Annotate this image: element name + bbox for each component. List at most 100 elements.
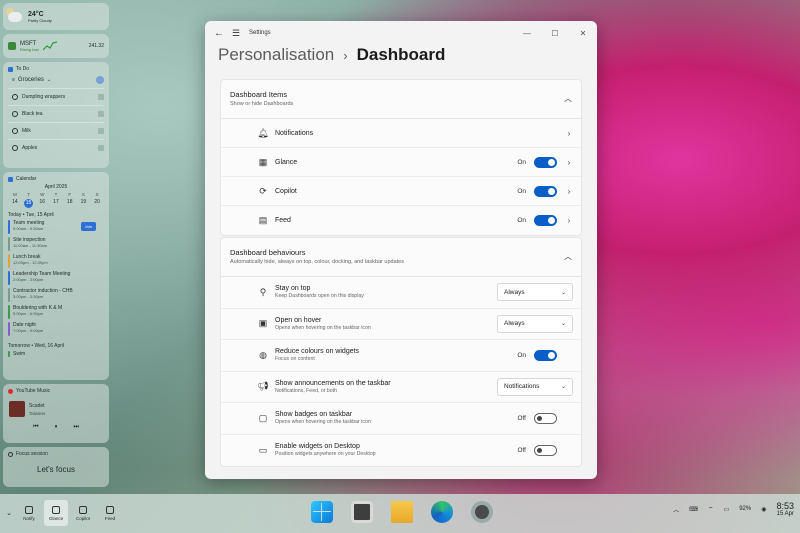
chevron-down-icon: ⌄ xyxy=(560,384,566,391)
song-artist: Taiwans xyxy=(29,411,46,416)
event-time: 9:00am - 9:30am xyxy=(13,226,44,231)
row-feed[interactable]: ▤ Feed On › xyxy=(221,206,581,235)
maximize-icon[interactable]: ☐ xyxy=(541,29,569,38)
todo-item[interactable]: Dumpling wrappers xyxy=(8,88,104,105)
star-icon[interactable] xyxy=(98,111,104,117)
checkbox-icon[interactable] xyxy=(12,145,18,151)
todo-item[interactable]: Apples xyxy=(8,139,104,156)
breadcrumb: Personalisation › Dashboard xyxy=(205,45,597,71)
checkbox-icon[interactable] xyxy=(12,111,18,117)
feed-toggle[interactable] xyxy=(534,215,557,226)
chevron-right-icon[interactable]: › xyxy=(565,158,573,167)
keyboard-icon[interactable]: ⌨ xyxy=(689,506,698,513)
todo-list-select[interactable]: ≡ Groceries ⌄ xyxy=(12,76,104,84)
join-meeting-button[interactable]: Join xyxy=(80,222,96,231)
chevron-right-icon[interactable]: › xyxy=(565,129,573,138)
breadcrumb-parent[interactable]: Personalisation xyxy=(218,45,334,65)
checkbox-icon[interactable] xyxy=(12,128,18,134)
enable-widgets-desktop-toggle[interactable] xyxy=(534,444,557,456)
open-on-hover-dropdown[interactable]: Always ⌄ xyxy=(497,314,573,333)
row-open-on-hover: ▣ Open on hover Opens when hovering on t… xyxy=(221,309,581,340)
taskbar-notify[interactable]: Notify xyxy=(17,500,41,526)
row-label: Stay on top xyxy=(275,285,311,293)
add-task-button[interactable] xyxy=(96,76,104,84)
stock-symbol: MSFT xyxy=(20,40,37,47)
row-copilot[interactable]: ⟳ Copilot On › xyxy=(221,177,581,206)
checkbox-icon[interactable] xyxy=(12,94,18,100)
settings-app-icon[interactable] xyxy=(471,501,493,523)
clock[interactable]: 8:53 15 Apr xyxy=(776,501,794,517)
row-glance[interactable]: ▦ Glance On › xyxy=(221,148,581,177)
star-icon[interactable] xyxy=(98,128,104,134)
hamburger-menu-icon[interactable]: ☰ xyxy=(229,28,243,39)
calendar-day[interactable]: 19 xyxy=(77,199,91,208)
copilot-toggle[interactable] xyxy=(534,185,557,197)
previous-track-icon[interactable]: ⏮ xyxy=(33,424,38,431)
calendar-event[interactable]: Contractor induction - CHB 3:00pm - 3:30p… xyxy=(8,288,104,305)
event-time: 11:00am - 11:30am xyxy=(13,243,48,248)
calendar-day[interactable]: 20 xyxy=(90,199,104,208)
task-view-icon[interactable] xyxy=(351,501,373,523)
chevron-right-icon[interactable]: › xyxy=(565,216,573,225)
day-name: F xyxy=(68,192,72,197)
dashboard-items-header[interactable]: Dashboard Items Show or hide Dashboards … xyxy=(221,80,581,119)
todo-item-label: Milk xyxy=(22,128,31,134)
calendar-event[interactable]: Date night 7:00pm - 9:00pm xyxy=(8,322,104,339)
event-color-bar xyxy=(8,220,10,234)
battery-icon[interactable]: ▭ xyxy=(724,506,730,513)
weather-widget[interactable]: 24°C Partly Cloudy xyxy=(3,3,109,30)
row-show-announcements: 📢︎ Show announcements on the taskbar Not… xyxy=(221,372,581,403)
copilot-icon: ⟳ xyxy=(259,185,267,196)
chevron-down-icon[interactable]: ⌄ xyxy=(4,509,14,517)
glance-icon xyxy=(52,505,60,514)
todo-item[interactable]: Black tea xyxy=(8,105,104,122)
start-button-icon[interactable] xyxy=(311,501,333,523)
stock-widget[interactable]: MSFT Rising fast 241.32 xyxy=(3,34,109,58)
music-widget: YouTube Music Scarlet Taiwans ⏮ ⏸ ⏭ xyxy=(3,384,109,443)
close-icon[interactable]: ✕ xyxy=(569,29,597,38)
event-color-bar xyxy=(8,322,10,336)
chevron-right-icon[interactable]: › xyxy=(565,187,573,196)
calendar-event[interactable]: Site inspection 11:00am - 11:30am xyxy=(8,237,104,254)
wifi-icon[interactable]: ⌔ xyxy=(708,505,714,513)
pause-icon[interactable]: ⏸ xyxy=(54,424,57,431)
calendar-event[interactable]: Team meeting 9:00am - 9:30am Join xyxy=(8,220,104,237)
chevron-up-icon[interactable]: ︿ xyxy=(564,93,572,104)
announcements-dropdown[interactable]: Notifications ⌄ xyxy=(497,377,573,396)
calendar-day-today[interactable]: 15 xyxy=(24,199,34,208)
minimize-icon[interactable]: — xyxy=(513,29,541,38)
row-label: Open on hover xyxy=(275,316,322,324)
section-title: Dashboard behaviours xyxy=(230,248,306,257)
star-icon[interactable] xyxy=(98,94,104,100)
desktop-icon: ▭ xyxy=(258,444,268,455)
row-notifications[interactable]: 🔔︎ Notifications › xyxy=(221,119,581,148)
next-track-icon[interactable]: ⏭ xyxy=(74,424,79,431)
stay-on-top-dropdown[interactable]: Always ⌄ xyxy=(497,283,573,302)
calendar-day[interactable]: 18 xyxy=(63,199,77,208)
star-icon[interactable] xyxy=(98,145,104,151)
reduce-colours-toggle[interactable] xyxy=(534,349,557,361)
todo-item[interactable]: Milk xyxy=(8,122,104,139)
calendar-day[interactable]: 16 xyxy=(35,199,49,208)
badge-icon: ▢ xyxy=(258,412,268,423)
dashboard-behaviours-header[interactable]: Dashboard behaviours Automatically hide,… xyxy=(221,238,581,277)
glance-toggle[interactable] xyxy=(534,156,557,168)
taskbar-glance[interactable]: Glance xyxy=(44,500,68,526)
chevron-up-icon[interactable]: ︿ xyxy=(564,251,572,262)
calendar-event[interactable]: Leadership Team Meeting 2:00pm - 3:00pm xyxy=(8,271,104,288)
calendar-event[interactable]: Bouldering with K & M 5:00pm - 6:30pm xyxy=(8,305,104,322)
calendar-event[interactable]: Swim xyxy=(8,351,104,368)
file-explorer-icon[interactable] xyxy=(391,501,413,523)
row-enable-widgets-desktop: ▭ Enable widgets on Desktop Position wid… xyxy=(221,435,581,467)
calendar-day[interactable]: 14 xyxy=(8,199,22,208)
back-arrow-icon[interactable]: ← xyxy=(209,28,229,39)
show-badges-toggle[interactable] xyxy=(534,412,557,424)
glance-icon: ▦ xyxy=(258,156,268,167)
calendar-day[interactable]: 17 xyxy=(49,199,63,208)
calendar-tomorrow-label: Tomorrow • Wed, 16 April xyxy=(8,343,65,349)
taskbar-copilot[interactable]: Copilot xyxy=(71,500,95,526)
chevron-up-icon[interactable]: ︿ xyxy=(673,505,679,514)
taskbar-feed[interactable]: Feed xyxy=(98,500,122,526)
calendar-event[interactable]: Lunch break 12:00pm - 12:30pm xyxy=(8,254,104,271)
edge-browser-icon[interactable] xyxy=(431,501,453,523)
